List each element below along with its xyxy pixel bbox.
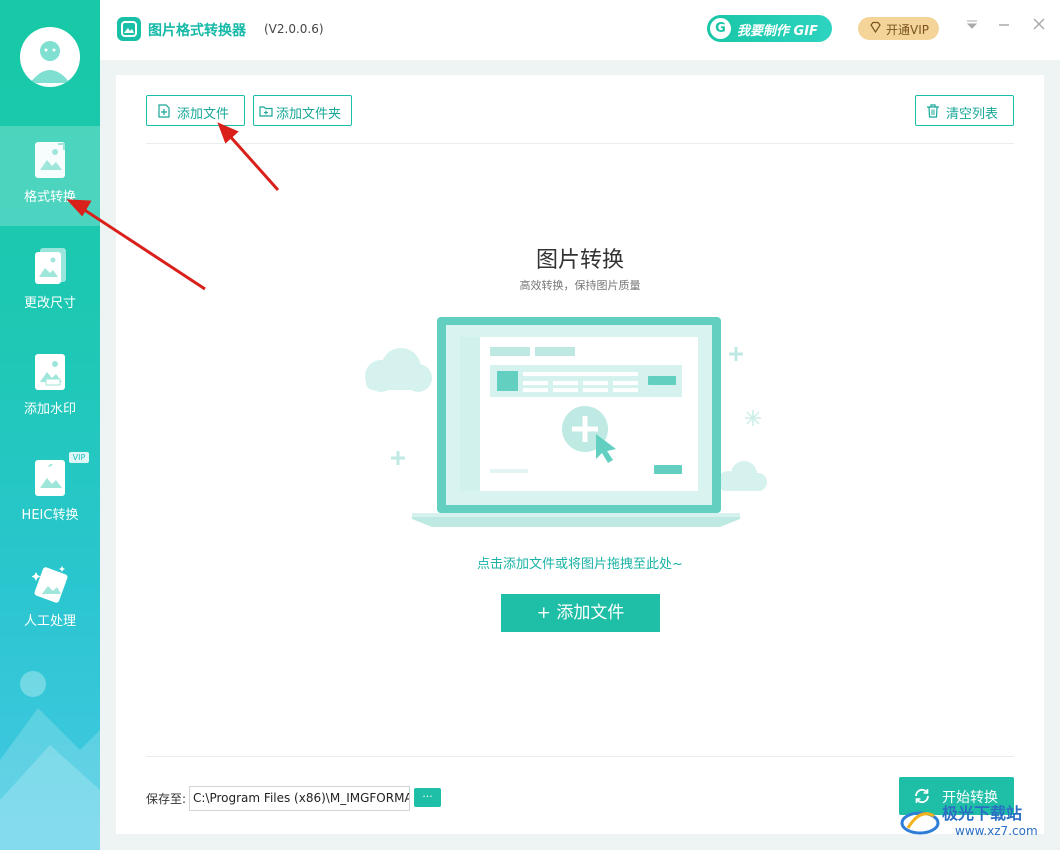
sidebar-item-label: HEIC转换 xyxy=(21,508,79,523)
main-panel: 添加文件 添加文件夹 清空列表 图片转换 高效转换，保持图片质量 点击添加文件或… xyxy=(116,75,1044,834)
sidebar-item-heic[interactable]: VIP HEIC转换 xyxy=(0,444,100,544)
make-gif-button[interactable]: G 我要制作 GIF xyxy=(707,15,832,42)
gif-logo-icon: G xyxy=(710,18,731,39)
clear-list-button[interactable]: 清空列表 xyxy=(915,95,1014,126)
sidebar-item-label: 添加水印 xyxy=(23,402,76,417)
sidebar-item-label: 更改尺寸 xyxy=(23,296,76,311)
toolbar-divider xyxy=(146,143,1014,144)
diamond-icon xyxy=(869,21,882,37)
save-to-label: 保存至: xyxy=(146,792,187,806)
add-folder-label: 添加文件夹 xyxy=(276,107,342,122)
app-title: 图片格式转换器 xyxy=(148,23,246,39)
footer-divider xyxy=(146,756,1014,757)
sidebar-item-resize[interactable]: 更改尺寸 xyxy=(0,232,100,332)
resize-icon xyxy=(35,248,66,284)
folder-icon xyxy=(259,106,273,117)
format-convert-icon xyxy=(35,142,65,178)
drop-zone-illustration[interactable] xyxy=(360,310,780,532)
add-folder-button[interactable]: 添加文件夹 xyxy=(253,95,352,126)
site-watermark: 极光下载站 www.xz7.com xyxy=(900,794,1060,850)
watermark-icon xyxy=(35,354,65,390)
page-subtitle: 高效转换，保持图片质量 xyxy=(519,279,641,292)
watermark-text: 极光下载站 xyxy=(942,804,1023,823)
app-logo-icon xyxy=(117,17,141,41)
avatar[interactable] xyxy=(20,27,80,87)
watermark-logo-icon xyxy=(900,811,940,835)
make-gif-label: 我要制作 GIF xyxy=(737,24,818,39)
add-file-icon xyxy=(158,104,170,118)
drop-hint: 点击添加文件或将图片拖拽至此处~ xyxy=(477,557,683,572)
cloud-icon xyxy=(718,461,767,491)
open-vip-button[interactable]: 开通VIP xyxy=(858,17,939,40)
add-file-label: 添加文件 xyxy=(177,107,230,122)
sidebar-item-manual[interactable]: 人工处理 xyxy=(0,550,100,650)
user-icon xyxy=(30,41,70,83)
vip-badge: VIP xyxy=(69,452,89,463)
sidebar-item-format-convert[interactable]: 格式转换 xyxy=(0,126,100,226)
add-file-button[interactable]: 添加文件 xyxy=(146,95,245,126)
manual-process-icon xyxy=(32,566,68,603)
clear-list-label: 清空列表 xyxy=(946,107,999,122)
sidebar-item-label: 格式转换 xyxy=(23,190,76,205)
sidebar-decoration xyxy=(0,671,100,850)
add-file-main-button[interactable]: + 添加文件 xyxy=(501,594,660,632)
minimize-icon[interactable] xyxy=(998,18,1010,34)
browse-button[interactable]: ··· xyxy=(414,788,441,807)
title-bar: 图片格式转换器 (V2.0.0.6) G 我要制作 GIF 开通VIP xyxy=(100,0,1060,60)
cloud-icon xyxy=(365,348,432,392)
menu-dropdown-icon[interactable] xyxy=(966,18,978,34)
save-path-input[interactable]: C:\Program Files (x86)\M_IMGFORMA xyxy=(189,786,410,811)
trash-icon xyxy=(927,104,939,118)
sidebar-item-label: 人工处理 xyxy=(23,614,76,629)
app-version: (V2.0.0.6) xyxy=(264,22,324,36)
sidebar-item-watermark[interactable]: 添加水印 xyxy=(0,338,100,438)
page-title: 图片转换 xyxy=(535,248,624,273)
watermark-url: www.xz7.com xyxy=(955,824,1038,838)
sidebar: 格式转换 更改尺寸 添加水印 VIP HEIC转换 人工处理 xyxy=(0,0,100,850)
open-vip-label: 开通VIP xyxy=(886,23,929,37)
close-icon[interactable] xyxy=(1033,18,1045,34)
heic-icon xyxy=(35,460,65,496)
